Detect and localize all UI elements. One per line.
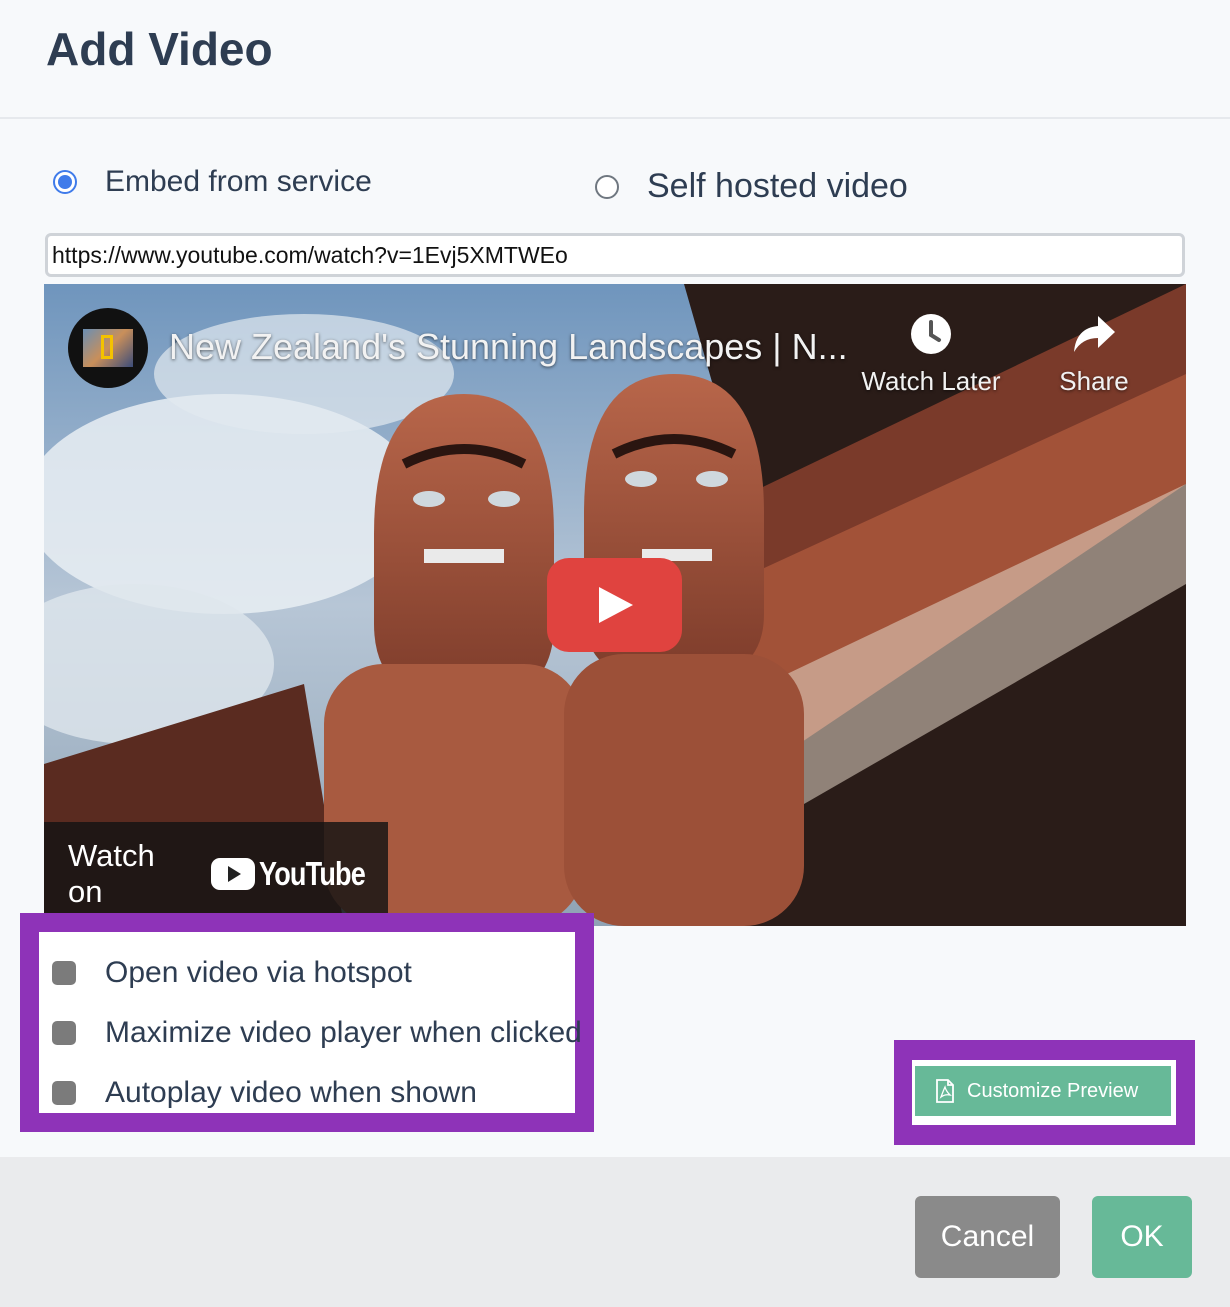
share-arrow-icon [1044, 310, 1144, 358]
cancel-button[interactable]: Cancel [915, 1196, 1060, 1278]
pdf-file-icon [936, 1079, 954, 1103]
video-preview-player[interactable]: New Zealand's Stunning Landscapes | N...… [44, 284, 1186, 926]
watch-later-button[interactable]: Watch Later [856, 310, 1006, 397]
video-title[interactable]: New Zealand's Stunning Landscapes | N... [169, 326, 848, 368]
youtube-logo-icon: YouTube [210, 855, 388, 893]
playback-options-panel: Open video via hotspot Maximize video pl… [39, 932, 582, 1113]
dialog-title: Add Video [46, 23, 273, 75]
channel-logo-icon [83, 329, 133, 367]
share-button[interactable]: Share [1044, 310, 1144, 397]
share-label: Share [1059, 366, 1129, 396]
self-hosted-video-option[interactable]: Self hosted video [595, 167, 908, 206]
dialog-header: Add Video [0, 0, 1230, 119]
customize-preview-button[interactable]: Customize Preview [915, 1066, 1171, 1116]
customize-preview-highlight: Customize Preview [894, 1040, 1195, 1145]
clock-icon [856, 310, 1006, 358]
embed-option-label: Embed from service [105, 165, 372, 198]
self-hosted-radio-button[interactable] [595, 174, 619, 199]
embed-from-service-option[interactable]: Embed from service [53, 165, 372, 199]
video-source-selector: Embed from service Self hosted video [0, 150, 1230, 220]
play-button[interactable] [547, 558, 682, 652]
watch-later-label: Watch Later [861, 366, 1001, 396]
dialog-footer: Cancel OK [0, 1157, 1230, 1307]
open-via-hotspot-label: Open video via hotspot [105, 956, 412, 989]
play-icon [598, 587, 633, 623]
customize-preview-label: Customize Preview [967, 1079, 1139, 1102]
maximize-player-option[interactable]: Maximize video player when clicked [39, 1016, 582, 1050]
maximize-player-checkbox[interactable] [52, 1021, 76, 1045]
open-via-hotspot-option[interactable]: Open video via hotspot [39, 956, 412, 990]
autoplay-label: Autoplay video when shown [105, 1076, 477, 1109]
watch-on-youtube-link[interactable]: Watch on YouTube [44, 822, 388, 926]
ok-button[interactable]: OK [1092, 1196, 1192, 1278]
maximize-player-label: Maximize video player when clicked [105, 1016, 582, 1049]
embed-radio-button[interactable] [53, 170, 77, 194]
youtube-logo-text: YouTube [258, 855, 366, 892]
self-hosted-option-label: Self hosted video [647, 167, 908, 205]
playback-options-highlight: Open video via hotspot Maximize video pl… [20, 913, 594, 1132]
open-via-hotspot-checkbox[interactable] [52, 961, 76, 985]
channel-avatar[interactable] [68, 308, 148, 388]
autoplay-checkbox[interactable] [52, 1081, 76, 1105]
customize-preview-container: Customize Preview [912, 1060, 1176, 1125]
watch-on-label: Watch on [68, 838, 155, 909]
video-url-input[interactable] [45, 233, 1185, 277]
autoplay-option[interactable]: Autoplay video when shown [39, 1076, 477, 1110]
